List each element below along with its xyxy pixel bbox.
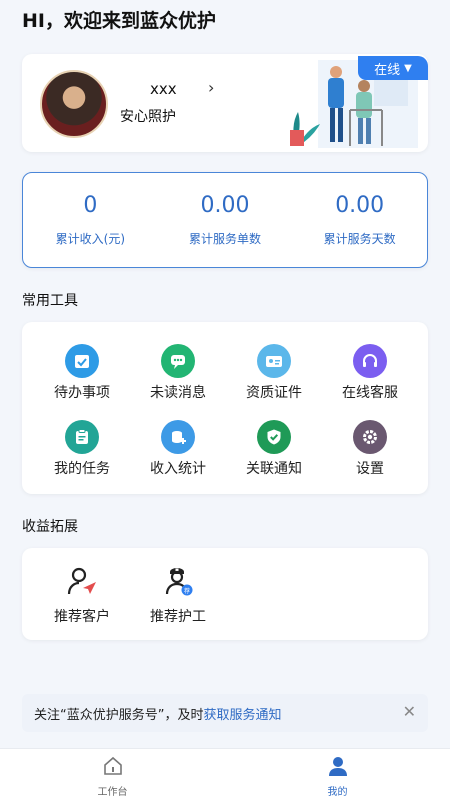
- tool-related-notice[interactable]: 关联通知: [226, 420, 322, 478]
- caret-down-icon: ▼: [404, 62, 412, 74]
- stat-value: 0.00: [335, 193, 385, 218]
- tab-label: 我的: [327, 787, 348, 798]
- user-role: 安心照护: [120, 109, 176, 125]
- id-card-icon: [257, 344, 291, 378]
- stat-value: 0.00: [200, 193, 250, 218]
- tool-todo[interactable]: 待办事项: [34, 344, 130, 402]
- gear-icon: [353, 420, 387, 454]
- close-icon[interactable]: ✕: [403, 702, 416, 721]
- notice-text: 关注“蓝众优护服务号”，及时: [34, 707, 204, 723]
- follow-notice-bar: 关注“蓝众优护服务号”，及时 获取服务通知 ✕: [22, 694, 428, 732]
- tool-label: 设置: [356, 461, 384, 477]
- refer-customer-icon: [67, 567, 96, 595]
- bottom-tab-bar: 工作台 我的: [0, 748, 450, 801]
- stat-orders[interactable]: 0.00 累计服务单数: [158, 173, 293, 267]
- tools-section-title: 常用工具: [22, 293, 78, 309]
- stat-label: 累计收入(元): [55, 232, 126, 246]
- calendar-check-icon: [65, 344, 99, 378]
- greeting-title: HI，欢迎来到蓝众优护: [22, 10, 216, 32]
- user-name[interactable]: xxx: [150, 80, 177, 98]
- avatar[interactable]: [40, 70, 108, 138]
- tool-messages[interactable]: 未读消息: [130, 344, 226, 402]
- refer-nurse-item[interactable]: 荐 推荐护工: [138, 566, 218, 626]
- notice-link[interactable]: 获取服务通知: [203, 704, 281, 723]
- tool-label: 我的任务: [54, 461, 110, 477]
- earn-label: 推荐客户: [54, 609, 110, 625]
- stat-value: 0: [83, 193, 98, 218]
- tab-workbench[interactable]: 工作台: [0, 749, 225, 801]
- home-icon: [103, 756, 122, 775]
- profile-card[interactable]: xxx › 安心照护 在线 ▼: [22, 54, 428, 152]
- tool-label: 收入统计: [150, 461, 206, 477]
- tools-card: 待办事项 未读消息 资质证件 在线客服 我的任务 收入统计 关联通知 设置: [22, 322, 428, 494]
- tool-my-tasks[interactable]: 我的任务: [34, 420, 130, 478]
- tool-label: 待办事项: [54, 385, 110, 401]
- earn-card: 推荐客户 荐 推荐护工: [22, 548, 428, 640]
- stat-days[interactable]: 0.00 累计服务天数: [292, 173, 427, 267]
- refer-customer-item[interactable]: 推荐客户: [42, 566, 122, 626]
- chat-bubble-icon: [161, 344, 195, 378]
- stat-label: 累计服务天数: [323, 232, 396, 246]
- stat-income[interactable]: 0 累计收入(元): [23, 173, 158, 267]
- tab-label: 工作台: [97, 787, 128, 798]
- chevron-right-icon[interactable]: ›: [208, 78, 214, 97]
- stat-label: 累计服务单数: [189, 232, 262, 246]
- tool-label: 关联通知: [246, 461, 302, 477]
- tool-label: 在线客服: [342, 385, 398, 401]
- stats-card: 0 累计收入(元) 0.00 累计服务单数 0.00 累计服务天数: [22, 172, 428, 268]
- coins-stat-icon: [161, 420, 195, 454]
- refer-nurse-icon: 荐: [165, 568, 193, 596]
- tool-credentials[interactable]: 资质证件: [226, 344, 322, 402]
- earn-section-title: 收益拓展: [22, 519, 78, 535]
- online-status-label: 在线: [374, 62, 401, 78]
- headset-icon: [353, 344, 387, 378]
- refer-badge-text: 荐: [184, 587, 190, 595]
- user-icon: [328, 757, 347, 776]
- tab-mine[interactable]: 我的: [225, 749, 450, 801]
- tool-customer-service[interactable]: 在线客服: [322, 344, 418, 402]
- tool-income-stats[interactable]: 收入统计: [130, 420, 226, 478]
- tool-label: 资质证件: [246, 385, 302, 401]
- shield-check-icon: [257, 420, 291, 454]
- online-status-dropdown[interactable]: 在线 ▼: [358, 56, 428, 80]
- earn-label: 推荐护工: [150, 609, 206, 625]
- tool-settings[interactable]: 设置: [322, 420, 418, 478]
- clipboard-icon: [65, 420, 99, 454]
- tool-label: 未读消息: [150, 385, 206, 401]
